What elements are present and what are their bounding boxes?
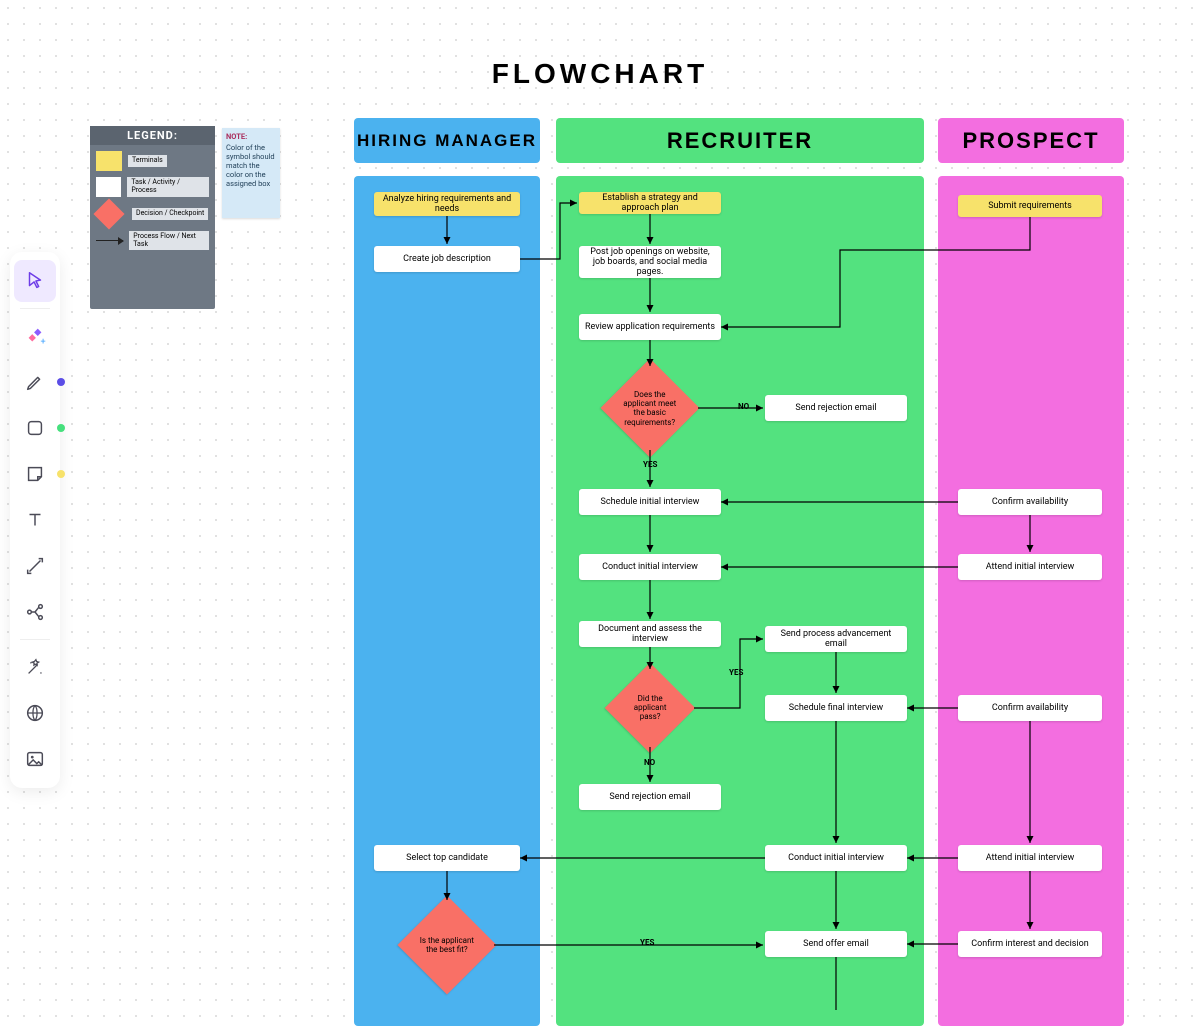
toolbar: +	[10, 252, 60, 788]
legend-title: LEGEND:	[90, 126, 215, 145]
toolbar-divider	[20, 639, 50, 640]
select-tool[interactable]	[14, 260, 56, 302]
wand-icon	[24, 656, 46, 678]
sticky-note-tool[interactable]	[14, 453, 56, 495]
image-icon	[24, 748, 46, 770]
node-task[interactable]: Send process advancement email	[765, 626, 907, 652]
magic-tool[interactable]	[14, 646, 56, 688]
lane-recruiter[interactable]	[556, 176, 924, 1026]
sticky-color-swatch	[57, 470, 65, 478]
node-task[interactable]: Schedule final interview	[765, 695, 907, 721]
legend-task-icon	[96, 177, 121, 197]
text-tool[interactable]	[14, 499, 56, 541]
lane-prospect[interactable]	[938, 176, 1124, 1026]
node-task[interactable]: Select top candidate	[374, 845, 520, 871]
edge-label-yes: YES	[640, 938, 654, 947]
svg-text:+: +	[41, 337, 46, 347]
node-task[interactable]: Create job description	[374, 246, 520, 272]
note-body: Color of the symbol should match the col…	[226, 143, 275, 188]
legend-decision-label: Decision / Checkpoint	[132, 208, 208, 220]
node-task[interactable]: Conduct initial interview	[765, 845, 907, 871]
node-task[interactable]: Review application requirements	[579, 314, 721, 340]
text-icon	[24, 509, 46, 531]
square-icon	[24, 417, 46, 439]
node-terminal[interactable]: Establish a strategy and approach plan	[579, 192, 721, 214]
node-terminal[interactable]: Submit requirements	[958, 195, 1102, 217]
connector-icon	[24, 555, 46, 577]
edge-label-no: NO	[738, 402, 749, 411]
legend-flow-label: Process Flow / Next Task	[129, 231, 209, 250]
web-embed-tool[interactable]	[14, 692, 56, 734]
connector-tool[interactable]	[14, 545, 56, 587]
edge-label-no: NO	[644, 758, 655, 767]
globe-icon	[24, 702, 46, 724]
edge-label-yes: YES	[729, 668, 743, 677]
node-task[interactable]: Confirm availability	[958, 489, 1102, 515]
legend-task-label: Task / Activity / Process	[127, 177, 209, 196]
legend-panel[interactable]: LEGEND: Terminals Task / Activity / Proc…	[90, 126, 215, 309]
sticky-note-icon	[24, 463, 46, 485]
sparkle-icon: +	[24, 325, 46, 347]
node-task[interactable]: Send offer email	[765, 931, 907, 957]
node-task[interactable]: Send rejection email	[765, 395, 907, 421]
node-label: Did the applicant pass?	[624, 694, 676, 722]
legend-terminal-label: Terminals	[128, 155, 167, 167]
legend-note[interactable]: NOTE: Color of the symbol should match t…	[222, 128, 280, 218]
page-title: FLOWCHART	[0, 58, 1200, 90]
shape-tool[interactable]	[14, 407, 56, 449]
node-task[interactable]: Confirm interest and decision	[958, 931, 1102, 957]
node-task[interactable]: Schedule initial interview	[579, 489, 721, 515]
pen-tool[interactable]	[14, 361, 56, 403]
node-terminal[interactable]: Analyze hiring requirements and needs	[374, 192, 520, 216]
pen-icon	[24, 371, 46, 393]
pen-color-swatch	[57, 378, 65, 386]
lane-header-recruiter[interactable]: RECRUITER	[556, 118, 924, 163]
lane-header-label: RECRUITER	[667, 128, 813, 154]
node-task[interactable]: Send rejection email	[579, 784, 721, 810]
lane-header-hiring-manager[interactable]: HIRING MANAGER	[354, 118, 540, 163]
node-task[interactable]: Document and assess the interview	[579, 621, 721, 647]
legend-decision-icon	[93, 198, 124, 229]
cursor-icon	[24, 270, 46, 292]
node-task[interactable]: Conduct initial interview	[579, 554, 721, 580]
legend-flow-icon	[96, 240, 123, 241]
shape-color-swatch	[57, 424, 65, 432]
toolbar-divider	[20, 308, 50, 309]
node-label: Is the applicant the best fit?	[418, 936, 476, 954]
lane-header-prospect[interactable]: PROSPECT	[938, 118, 1124, 163]
ai-generate-tool[interactable]: +	[14, 315, 56, 357]
mindmap-tool[interactable]	[14, 591, 56, 633]
node-label: Does the applicant meet the basic requir…	[621, 390, 679, 427]
lane-header-label: HIRING MANAGER	[357, 132, 537, 150]
node-task[interactable]: Confirm availability	[958, 695, 1102, 721]
branch-icon	[24, 601, 46, 623]
lane-header-label: PROSPECT	[962, 128, 1099, 154]
note-heading: NOTE:	[226, 132, 276, 141]
node-task[interactable]: Attend initial interview	[958, 845, 1102, 871]
image-tool[interactable]	[14, 738, 56, 780]
node-task[interactable]: Attend initial interview	[958, 554, 1102, 580]
node-task[interactable]: Post job openings on website, job boards…	[579, 246, 721, 278]
legend-terminal-icon	[96, 151, 122, 171]
edge-label-yes: YES	[643, 460, 657, 469]
